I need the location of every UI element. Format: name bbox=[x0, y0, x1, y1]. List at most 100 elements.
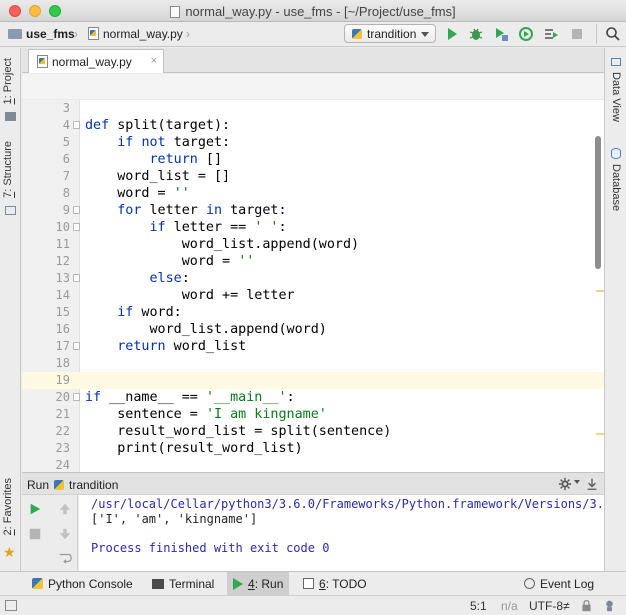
stop-icon[interactable] bbox=[28, 527, 42, 541]
code-line[interactable]: 16 word_list.append(word) bbox=[22, 321, 604, 338]
structure-tool-tab[interactable]: 7: Structure bbox=[2, 141, 14, 198]
run-panel-config[interactable]: trandition bbox=[54, 478, 118, 492]
data-view-tool-tab[interactable]: Data View bbox=[610, 72, 622, 122]
python-icon bbox=[352, 29, 362, 39]
line-number: 23 bbox=[55, 441, 70, 455]
left-tool-strip: 1: Project 7: Structure 2: Favorites ★ bbox=[0, 48, 21, 571]
line-number: 4 bbox=[62, 118, 70, 132]
run-icon[interactable] bbox=[444, 26, 460, 42]
code-editor[interactable]: 3 4 def split(target): 5 if not target: 6 re… bbox=[22, 74, 604, 472]
run-with-coverage-icon[interactable] bbox=[493, 26, 509, 42]
favorites-tool-tab[interactable]: 2: Favorites bbox=[2, 478, 14, 535]
fold-marker-icon[interactable] bbox=[73, 121, 80, 129]
code-text: if not target: bbox=[117, 135, 231, 150]
code-line[interactable]: 19 bbox=[22, 372, 604, 389]
database-tool-tab[interactable]: Database bbox=[610, 164, 622, 211]
fold-marker-icon[interactable] bbox=[73, 206, 80, 214]
structure-tool-label: : Structure bbox=[2, 141, 14, 192]
breadcrumb-separator: › bbox=[74, 27, 78, 41]
terminal-tool[interactable]: Terminal bbox=[146, 572, 220, 595]
code-line[interactable]: 14 word += letter bbox=[22, 287, 604, 304]
line-number: 8 bbox=[62, 186, 70, 200]
breadcrumb-separator: › bbox=[186, 27, 190, 41]
code-line[interactable]: 4 def split(target): bbox=[22, 117, 604, 134]
chevron-down-icon[interactable] bbox=[574, 480, 580, 484]
editor-scrollbar-thumb[interactable] bbox=[595, 136, 601, 269]
editor-tab-normal-way[interactable]: normal_way.py × bbox=[28, 49, 164, 73]
code-line[interactable]: 8 word = '' bbox=[22, 185, 604, 202]
toggle-tool-windows-icon[interactable] bbox=[5, 600, 17, 611]
code-line[interactable]: 11 word_list.append(word) bbox=[22, 236, 604, 253]
code-line[interactable]: 5 if not target: bbox=[22, 134, 604, 151]
code-line[interactable]: 10 if letter == ' ': bbox=[22, 219, 604, 236]
todo-tool[interactable]: 6: TODO bbox=[297, 572, 373, 595]
todo-icon bbox=[303, 578, 314, 589]
line-number: 11 bbox=[55, 237, 70, 251]
fold-marker-icon[interactable] bbox=[73, 223, 80, 231]
line-number: 20 bbox=[55, 390, 70, 404]
database-icon bbox=[611, 148, 621, 159]
fold-marker-icon[interactable] bbox=[73, 274, 80, 282]
error-stripe-mark[interactable] bbox=[596, 290, 604, 292]
close-icon[interactable]: × bbox=[151, 55, 157, 67]
code-line[interactable]: 9 for letter in target: bbox=[22, 202, 604, 219]
file-encoding[interactable]: UTF-8≠ bbox=[529, 599, 570, 613]
code-line[interactable]: 17 return word_list bbox=[22, 338, 604, 355]
event-log-tool[interactable]: Event Log bbox=[518, 572, 600, 595]
line-number: 12 bbox=[55, 254, 70, 268]
data-view-icon bbox=[611, 58, 621, 66]
favorites-tool-number: 2 bbox=[2, 529, 14, 536]
python-console-label: Python Console bbox=[48, 577, 133, 591]
run-tool-number: 4 bbox=[248, 577, 255, 591]
breadcrumb-project[interactable]: use_fms bbox=[8, 27, 75, 41]
caret-position[interactable]: 5:1 bbox=[470, 599, 487, 613]
code-line[interactable]: 7 word_list = [] bbox=[22, 168, 604, 185]
run-tool[interactable]: 4: Run bbox=[227, 572, 290, 595]
arrow-down-icon[interactable] bbox=[58, 527, 72, 541]
stop-icon[interactable] bbox=[569, 26, 585, 42]
search-icon[interactable] bbox=[605, 26, 621, 42]
error-stripe-mark[interactable] bbox=[596, 433, 604, 435]
code-text: word += letter bbox=[85, 288, 295, 303]
run-configuration-select[interactable]: trandition bbox=[344, 24, 436, 43]
code-line[interactable]: 21 sentence = 'I am kingname' bbox=[22, 406, 604, 423]
navigation-bar: use_fms › normal_way.py › trandition bbox=[0, 22, 626, 47]
concurrency-diagram-icon[interactable] bbox=[543, 26, 559, 42]
code-line[interactable]: 20 if __name__ == '__main__': bbox=[22, 389, 604, 406]
hide-panel-icon[interactable] bbox=[585, 477, 599, 491]
code-line[interactable]: 6 return [] bbox=[22, 151, 604, 168]
soft-wrap-icon[interactable] bbox=[58, 551, 72, 565]
code-line[interactable]: 12 word = '' bbox=[22, 253, 604, 270]
code-line[interactable]: 13 else: bbox=[22, 270, 604, 287]
run-console-output[interactable]: /usr/local/Cellar/python3/3.6.0/Framewor… bbox=[79, 495, 604, 571]
python-file-icon bbox=[88, 27, 99, 40]
fold-marker-icon[interactable] bbox=[73, 393, 80, 401]
rerun-icon[interactable] bbox=[28, 502, 42, 516]
todo-tool-number: 6 bbox=[319, 577, 326, 591]
code-line[interactable]: 22 result_word_list = split(sentence) bbox=[22, 423, 604, 440]
line-number: 7 bbox=[62, 169, 70, 183]
inspector-icon[interactable] bbox=[603, 599, 616, 612]
project-tool-tab[interactable]: 1: Project bbox=[2, 58, 14, 104]
lock-icon[interactable] bbox=[580, 599, 593, 612]
code-text: word = '' bbox=[85, 254, 255, 269]
line-number: 24 bbox=[55, 458, 70, 472]
code-line[interactable]: 18 bbox=[22, 355, 604, 372]
code-line[interactable]: 24 bbox=[22, 457, 604, 472]
line-number: 3 bbox=[62, 101, 70, 115]
arrow-up-icon[interactable] bbox=[58, 502, 72, 516]
structure-tool-number: 7 bbox=[2, 191, 14, 198]
line-number: 6 bbox=[62, 152, 70, 166]
chevron-down-icon bbox=[421, 32, 429, 37]
gear-icon[interactable] bbox=[558, 477, 572, 491]
python-console-tool[interactable]: Python Console bbox=[26, 572, 139, 595]
code-line[interactable]: 23 print(result_word_list) bbox=[22, 440, 604, 457]
code-line[interactable]: 3 bbox=[22, 100, 604, 117]
code-line[interactable]: 15 if word: bbox=[22, 304, 604, 321]
profile-icon[interactable] bbox=[518, 26, 534, 42]
debug-icon[interactable] bbox=[468, 26, 484, 42]
project-tool-label: : Project bbox=[2, 58, 14, 99]
breadcrumb-file[interactable]: normal_way.py bbox=[88, 27, 183, 41]
fold-marker-icon[interactable] bbox=[73, 342, 80, 350]
console-line: ['I', 'am', 'kingname'] bbox=[91, 512, 258, 526]
